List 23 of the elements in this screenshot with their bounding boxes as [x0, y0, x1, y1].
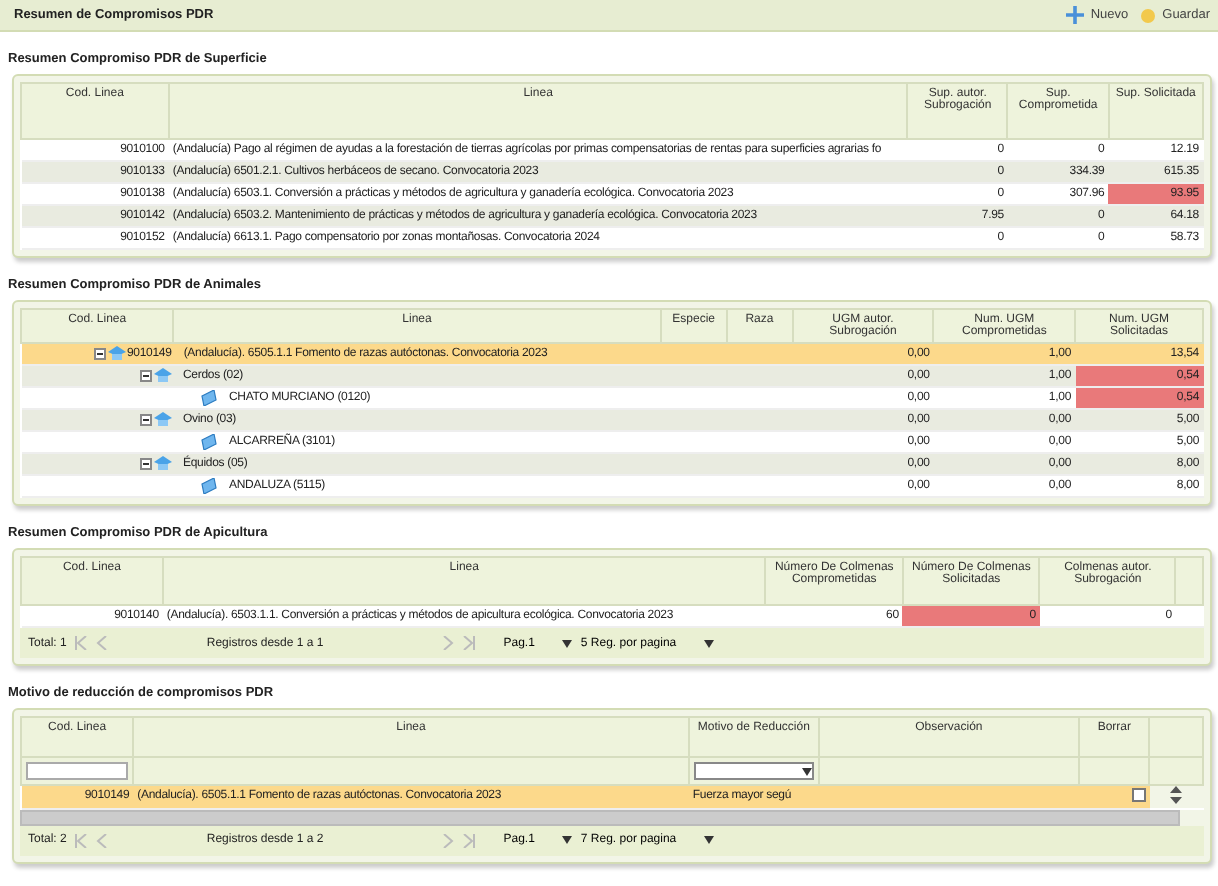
first-page-icon[interactable] — [74, 636, 89, 650]
next-page-icon[interactable] — [439, 833, 454, 847]
next-page-icon[interactable] — [439, 636, 454, 650]
caret-icon — [704, 639, 715, 647]
scroll-arrows-icon[interactable] — [1170, 786, 1183, 804]
filter-input[interactable] — [26, 762, 129, 780]
prev-page-icon[interactable] — [96, 636, 111, 650]
caret-icon — [801, 767, 812, 775]
first-page-icon[interactable] — [74, 833, 89, 847]
last-page-icon[interactable] — [461, 636, 476, 650]
collapse-icon[interactable] — [139, 457, 151, 469]
caret-icon — [562, 836, 573, 844]
collapse-icon[interactable] — [139, 369, 151, 381]
checkbox[interactable] — [1131, 787, 1146, 802]
circle-icon — [1140, 7, 1157, 23]
caret-icon — [562, 639, 573, 647]
filter-select[interactable] — [693, 762, 814, 780]
plus-icon — [1066, 6, 1085, 24]
prev-page-icon[interactable] — [96, 833, 111, 847]
collapse-icon[interactable] — [93, 347, 105, 359]
caret-icon — [704, 836, 715, 844]
collapse-icon[interactable] — [139, 413, 151, 425]
last-page-icon[interactable] — [461, 833, 476, 847]
